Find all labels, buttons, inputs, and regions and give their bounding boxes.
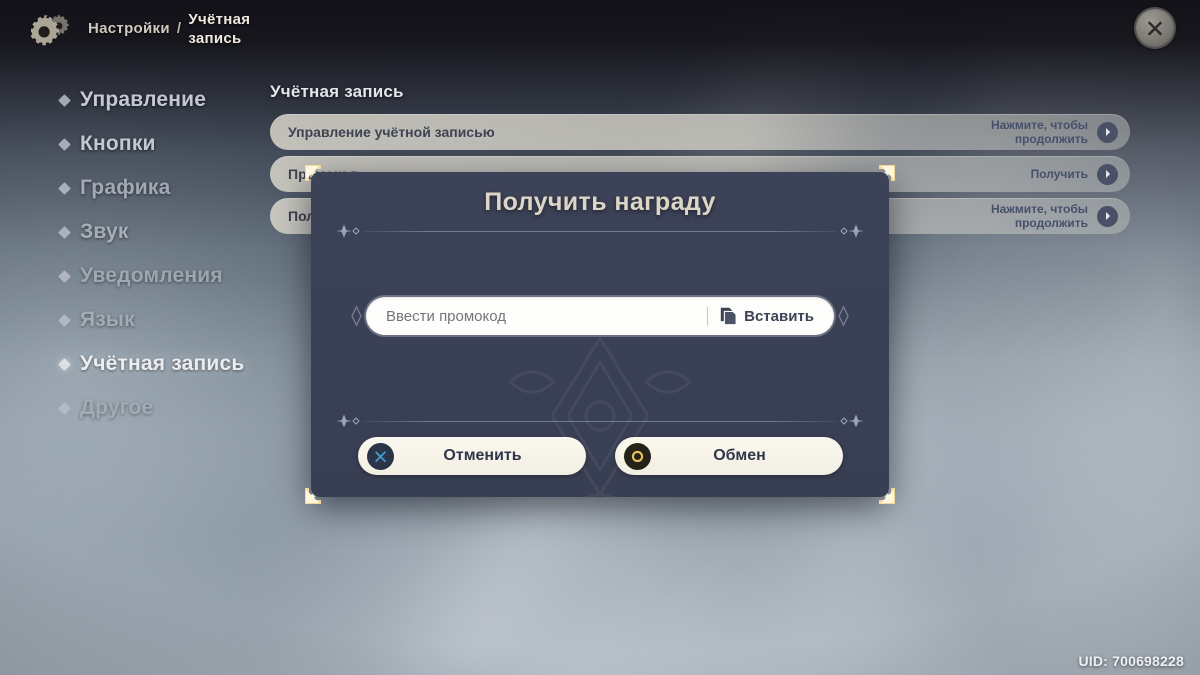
chevron-right-icon[interactable] — [1097, 121, 1118, 143]
sparkle-ornament-icon — [840, 224, 863, 238]
row-account-management[interactable]: Управление учётной записью Нажмите, чтоб… — [270, 114, 1130, 150]
divider-line — [363, 230, 837, 232]
sidebar-item-label: Графика — [80, 176, 171, 199]
paste-button[interactable]: Вставить — [720, 307, 814, 326]
breadcrumb-root[interactable]: Настройки — [88, 10, 170, 48]
close-button[interactable] — [1136, 9, 1174, 47]
dialog-divider-top — [337, 224, 863, 238]
sidebar-item-label: Язык — [80, 308, 135, 331]
sparkle-ornament-icon — [337, 414, 360, 428]
row-action: Получить — [1031, 160, 1130, 188]
sidebar-item-label: Учётная запись — [80, 352, 245, 375]
dialog-title: Получить награду — [484, 188, 716, 216]
promo-code-input[interactable] — [386, 307, 708, 325]
cancel-button[interactable]: Отменить — [357, 437, 586, 475]
claim-reward-dialog: Получить награду Ввести промокод Вставит… — [305, 165, 895, 504]
diamond-ornament-icon — [838, 305, 849, 327]
chevron-right-icon[interactable] — [1097, 205, 1118, 227]
sparkle-ornament-icon — [337, 224, 360, 238]
sidebar-item-other[interactable]: Другое — [58, 386, 310, 430]
diamond-bullet-icon — [58, 225, 71, 239]
sidebar-item-notifications[interactable]: Уведомления — [58, 254, 310, 298]
diamond-bullet-icon — [58, 357, 71, 371]
paste-label: Вставить — [744, 307, 814, 325]
diamond-bullet-icon — [58, 93, 71, 107]
window-header: Настройки / Учётная запись — [0, 0, 1200, 58]
sidebar-item-label: Управление — [80, 88, 207, 111]
divider — [707, 306, 709, 326]
diamond-bullet-icon — [58, 181, 71, 195]
clipboard-icon — [720, 307, 737, 325]
breadcrumb: Настройки / Учётная запись — [88, 10, 266, 48]
chevron-right-icon[interactable] — [1097, 163, 1118, 185]
sidebar-item-label: Кнопки — [80, 132, 156, 155]
sidebar-item-label: Звук — [80, 220, 129, 243]
row-action: Нажмите, чтобы продолжить — [968, 118, 1130, 146]
diamond-bullet-icon — [58, 137, 71, 151]
circle-x-icon — [366, 442, 394, 470]
uid-label: UID: 700698228 — [1078, 653, 1184, 669]
row-action: Нажмите, чтобы продолжить — [968, 202, 1130, 230]
promo-code-field[interactable]: Вставить — [366, 297, 834, 335]
diamond-bullet-icon — [58, 269, 71, 283]
row-hint: Нажмите, чтобы продолжить — [991, 202, 1088, 230]
page-title: Учётная запись — [270, 82, 404, 101]
sidebar-item-label: Другое — [80, 396, 154, 419]
diamond-bullet-icon — [58, 401, 71, 415]
row-hint: Нажмите, чтобы продолжить — [991, 118, 1088, 146]
sidebar-item-language[interactable]: Язык — [58, 298, 310, 342]
settings-screen: Настройки / Учётная запись Управление Кн… — [0, 0, 1200, 675]
close-icon — [1147, 21, 1163, 36]
row-hint: Получить — [1030, 167, 1088, 181]
breadcrumb-separator: / — [176, 20, 182, 37]
dialog-divider-bottom — [337, 414, 863, 428]
circle-o-icon — [623, 442, 651, 470]
diamond-ornament-icon — [351, 305, 362, 327]
diamond-bullet-icon — [58, 313, 71, 327]
dialog-actions: Отменить Обмен — [311, 437, 889, 475]
divider-line — [363, 420, 837, 422]
confirm-button[interactable]: Обмен — [614, 437, 843, 475]
breadcrumb-leaf: Учётная запись — [188, 11, 251, 47]
sparkle-ornament-icon — [840, 414, 863, 428]
sidebar-item-account[interactable]: Учётная запись — [58, 342, 310, 386]
promo-input-group: Вставить — [349, 297, 851, 335]
dialog-body: Получить награду Ввести промокод Вставит… — [311, 172, 889, 497]
row-label: Управление учётной записью — [288, 124, 495, 140]
gear-icon — [30, 15, 69, 46]
sidebar-item-label: Уведомления — [80, 264, 223, 287]
